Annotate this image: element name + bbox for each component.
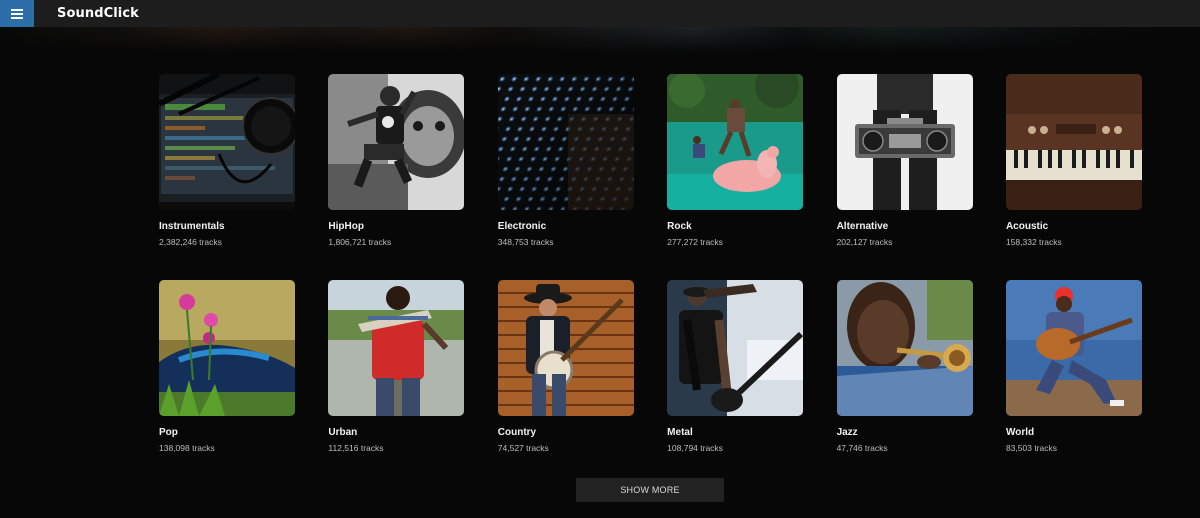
- genre-title[interactable]: Pop: [159, 426, 295, 439]
- genre-image-hiphop: [328, 74, 465, 210]
- genre-image-alternative: [836, 74, 973, 210]
- genre-track-count: 112,516 tracks: [328, 443, 384, 453]
- genre-track-count: 1,806,721 tracks: [328, 237, 392, 247]
- hero-banner-fade: [0, 27, 1200, 53]
- genre-image-metal: [667, 280, 804, 416]
- genre-track-count: 47,746 tracks: [836, 443, 888, 453]
- genre-track-count: 202,127 tracks: [836, 237, 893, 247]
- genre-image-pop: [159, 280, 295, 416]
- genre-card-jazz[interactable]: Jazz 47,746 tracks: [836, 280, 973, 486]
- genre-track-count: 83,503 tracks: [1005, 443, 1057, 453]
- show-more-button[interactable]: SHOW MORE: [576, 478, 724, 502]
- genre-card-hiphop[interactable]: HipHop 1,806,721 tracks: [328, 74, 465, 280]
- genre-image-acoustic: [1005, 74, 1142, 210]
- genre-card-acoustic[interactable]: Acoustic 158,332 tracks: [1005, 74, 1142, 280]
- genre-track-count: 138,098 tracks: [159, 443, 215, 453]
- genre-title[interactable]: HipHop: [328, 220, 464, 233]
- genre-grid: Instrumentals 2,382,246 tracks HipHop 1,…: [159, 74, 1142, 486]
- genre-title[interactable]: Instrumentals: [159, 220, 295, 233]
- menu-button[interactable]: [0, 0, 34, 27]
- genre-card-metal[interactable]: Metal 108,794 tracks: [667, 280, 804, 486]
- genre-card-instrumentals[interactable]: Instrumentals 2,382,246 tracks: [159, 74, 295, 280]
- genre-image-instrumentals: [159, 74, 295, 210]
- genre-image-rock: [667, 74, 804, 210]
- genre-card-urban[interactable]: Urban 112,516 tracks: [328, 280, 465, 486]
- genre-title[interactable]: Acoustic: [1006, 220, 1142, 233]
- genre-card-alternative[interactable]: Alternative 202,127 tracks: [836, 74, 973, 280]
- genre-track-count: 277,272 tracks: [667, 237, 723, 247]
- genre-title[interactable]: Urban: [328, 426, 464, 439]
- hamburger-menu-icon: [11, 8, 23, 19]
- genre-title[interactable]: Alternative: [837, 220, 973, 233]
- genre-track-count: 74,527 tracks: [497, 443, 549, 453]
- genre-track-count: 108,794 tracks: [667, 443, 723, 453]
- genre-image-jazz: [836, 280, 973, 416]
- genre-track-count: 2,382,246 tracks: [159, 237, 222, 247]
- genre-title[interactable]: Jazz: [837, 426, 973, 439]
- genre-card-pop[interactable]: Pop 138,098 tracks: [159, 280, 295, 486]
- genre-title[interactable]: Country: [498, 426, 634, 439]
- genre-image-country: [497, 280, 634, 416]
- genre-title[interactable]: Rock: [667, 220, 803, 233]
- genre-image-urban: [328, 280, 465, 416]
- genre-card-electronic[interactable]: Electronic 348,753 tracks: [497, 74, 634, 280]
- genre-card-country[interactable]: Country 74,527 tracks: [497, 280, 634, 486]
- app-logo[interactable]: SoundClick: [57, 6, 139, 21]
- genre-image-electronic: [497, 74, 634, 210]
- genre-title[interactable]: Metal: [667, 426, 803, 439]
- top-bar: SoundClick: [0, 0, 1200, 27]
- genre-track-count: 158,332 tracks: [1005, 237, 1062, 247]
- genre-track-count: 348,753 tracks: [497, 237, 554, 247]
- genre-card-world[interactable]: World 83,503 tracks: [1005, 280, 1142, 486]
- genre-title[interactable]: World: [1006, 426, 1142, 439]
- genre-title[interactable]: Electronic: [498, 220, 634, 233]
- genre-image-world: [1005, 280, 1142, 416]
- genre-card-rock[interactable]: Rock 277,272 tracks: [667, 74, 804, 280]
